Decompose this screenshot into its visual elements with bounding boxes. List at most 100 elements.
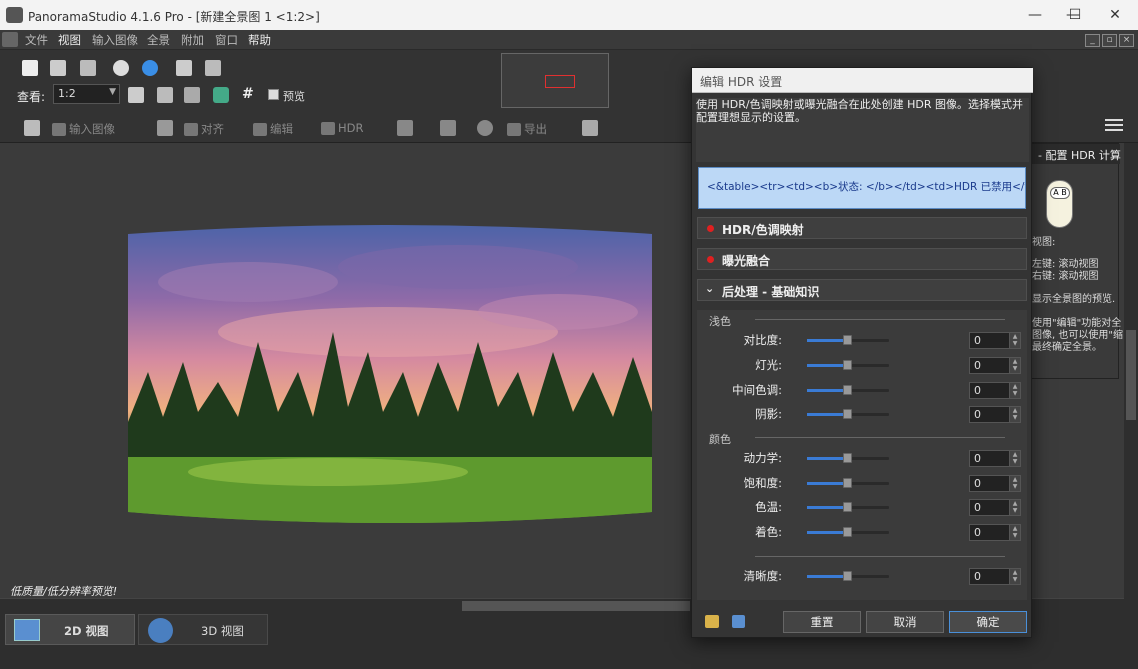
info-icon[interactable] xyxy=(113,60,129,76)
section-postprocessing[interactable]: ⌄ 后处理 - 基础知识 xyxy=(697,279,1027,301)
param-label: 灯光: xyxy=(755,358,782,372)
status-text: 低质量/低分辨率预览! xyxy=(10,585,118,598)
side-text: 视图: xyxy=(1032,237,1056,248)
param-spinbox[interactable]: 0 ▲ ▼ xyxy=(969,332,1021,349)
slider-handle[interactable] xyxy=(843,385,852,395)
spin-arrows-icon[interactable]: ▲ ▼ xyxy=(1009,500,1020,515)
slider-handle[interactable] xyxy=(843,335,852,345)
spin-arrows-icon[interactable]: ▲ ▼ xyxy=(1009,525,1020,540)
preview-label: 预览 xyxy=(283,90,305,103)
param-value: 0 xyxy=(974,501,981,514)
param-label: 阴影: xyxy=(755,407,782,421)
menu-extras[interactable]: 附加 xyxy=(181,32,204,48)
slider-handle[interactable] xyxy=(843,409,852,419)
mdi-close-button[interactable]: × xyxy=(1119,34,1134,47)
image-icon[interactable] xyxy=(213,87,229,103)
save-icon[interactable] xyxy=(80,60,96,76)
slider-handle[interactable] xyxy=(843,478,852,488)
spin-arrows-icon[interactable]: ▲ ▼ xyxy=(1009,358,1020,373)
param-spinbox[interactable]: 0 ▲ ▼ xyxy=(969,568,1021,585)
zoom-icon[interactable] xyxy=(157,87,173,103)
spin-arrows-icon[interactable]: ▲ ▼ xyxy=(1009,451,1020,466)
slider-handle[interactable] xyxy=(843,360,852,370)
navigator-thumbnail[interactable] xyxy=(501,53,609,108)
spin-arrows-icon[interactable]: ▲ ▼ xyxy=(1009,333,1020,348)
spin-arrows-icon[interactable]: ▲ ▼ xyxy=(1009,383,1020,398)
grid-view-icon xyxy=(14,619,40,641)
cancel-button[interactable]: 取消 xyxy=(866,611,944,633)
align-label: 对齐 xyxy=(201,122,224,136)
help-icon[interactable] xyxy=(142,60,158,76)
pointer-icon[interactable] xyxy=(128,87,144,103)
slider-handle[interactable] xyxy=(843,453,852,463)
divider xyxy=(755,437,1005,438)
print-icon[interactable] xyxy=(440,120,456,136)
edit-icon[interactable] xyxy=(176,60,192,76)
spin-arrows-icon[interactable]: ▲ ▼ xyxy=(1009,569,1020,584)
param-spinbox[interactable]: 0 ▲ ▼ xyxy=(969,357,1021,374)
section-hdr-tonemapping[interactable]: HDR/色调映射 xyxy=(697,217,1027,239)
section-label: 曝光融合 xyxy=(722,254,771,268)
postprocessing-params: 浅色 颜色 对比度: 0 ▲ ▼ 灯光: 0 ▲ ▼ 中间色调: 0 ▲ ▼ 阴影: 0 ▲ ▼ 动力学… xyxy=(697,310,1027,600)
menu-window[interactable]: 窗口 xyxy=(215,32,238,48)
param-spinbox[interactable]: 0 ▲ ▼ xyxy=(969,499,1021,516)
fit-icon[interactable] xyxy=(184,87,200,103)
preview-checkbox[interactable] xyxy=(268,89,279,100)
param-value: 0 xyxy=(974,408,981,421)
menu-panorama[interactable]: 全景 xyxy=(147,32,170,48)
edit-button[interactable]: 编辑 xyxy=(253,121,293,137)
slider-handle[interactable] xyxy=(843,502,852,512)
app-menu-icon[interactable] xyxy=(2,32,18,47)
grid-icon[interactable]: # xyxy=(242,86,254,102)
param-spinbox[interactable]: 0 ▲ ▼ xyxy=(969,406,1021,423)
settings-icon[interactable] xyxy=(205,60,221,76)
save-preset-icon[interactable] xyxy=(732,615,745,628)
menu-input-images[interactable]: 输入图像 xyxy=(92,32,138,48)
tab-3d-view[interactable]: 3D 视图 xyxy=(138,614,268,645)
spin-arrows-icon[interactable]: ▲ ▼ xyxy=(1009,407,1020,422)
tab-2d-view[interactable]: 2D 视图 xyxy=(5,614,135,645)
zoom-select[interactable]: 1:2 ▼ xyxy=(53,84,120,104)
hamburger-menu-icon[interactable] xyxy=(1105,119,1123,133)
section-exposure-fusion[interactable]: 曝光融合 xyxy=(697,248,1027,270)
slider-fill xyxy=(807,389,848,392)
mdi-minimize-button[interactable]: _ xyxy=(1085,34,1100,47)
panorama-image[interactable] xyxy=(128,222,652,527)
vertical-scroll-thumb[interactable] xyxy=(1126,330,1136,420)
align-button[interactable]: 对齐 xyxy=(184,121,224,137)
spin-arrows-icon[interactable]: ▲ ▼ xyxy=(1009,476,1020,491)
reset-button[interactable]: 重置 xyxy=(783,611,861,633)
export-button[interactable]: 导出 xyxy=(507,121,547,137)
viewport-indicator[interactable] xyxy=(545,75,575,88)
menu-file[interactable]: 文件 xyxy=(25,32,48,48)
crop-icon[interactable] xyxy=(397,120,413,136)
slider-fill xyxy=(807,531,848,534)
horizontal-scroll-thumb[interactable] xyxy=(462,601,690,611)
globe-icon[interactable] xyxy=(157,120,173,136)
minimize-button[interactable]: — xyxy=(1012,0,1058,30)
new-icon[interactable] xyxy=(22,60,38,76)
slider-handle[interactable] xyxy=(843,527,852,537)
menu-help[interactable]: 帮助 xyxy=(248,32,271,48)
param-spinbox[interactable]: 0 ▲ ▼ xyxy=(969,475,1021,492)
open-icon[interactable] xyxy=(50,60,66,76)
param-spinbox[interactable]: 0 ▲ ▼ xyxy=(969,524,1021,541)
slider-handle[interactable] xyxy=(843,571,852,581)
param-spinbox[interactable]: 0 ▲ ▼ xyxy=(969,450,1021,467)
menu-view[interactable]: 视图 xyxy=(58,32,81,48)
param-label: 对比度: xyxy=(743,333,782,347)
hdr-button[interactable]: HDR xyxy=(321,121,364,135)
printer-icon[interactable] xyxy=(582,120,598,136)
side-text: 最终确定全景。 xyxy=(1032,342,1102,353)
import-button[interactable]: 输入图像 xyxy=(52,121,115,137)
close-button[interactable]: ✕ xyxy=(1092,0,1138,30)
dialog-intro-text: 使用 HDR/色调映射或曝光融合在此处创建 HDR 图像。选择模式并配置理想显示… xyxy=(696,98,1029,162)
target-icon[interactable] xyxy=(477,120,493,136)
ok-button[interactable]: 确定 xyxy=(949,611,1027,633)
view-label: 查看: xyxy=(17,90,46,104)
open-folder-icon[interactable] xyxy=(705,615,719,628)
mdi-restore-button[interactable]: ▫ xyxy=(1102,34,1117,47)
rotate-icon[interactable] xyxy=(24,120,40,136)
param-spinbox[interactable]: 0 ▲ ▼ xyxy=(969,382,1021,399)
side-text: 左键: 滚动视图 xyxy=(1032,259,1099,270)
